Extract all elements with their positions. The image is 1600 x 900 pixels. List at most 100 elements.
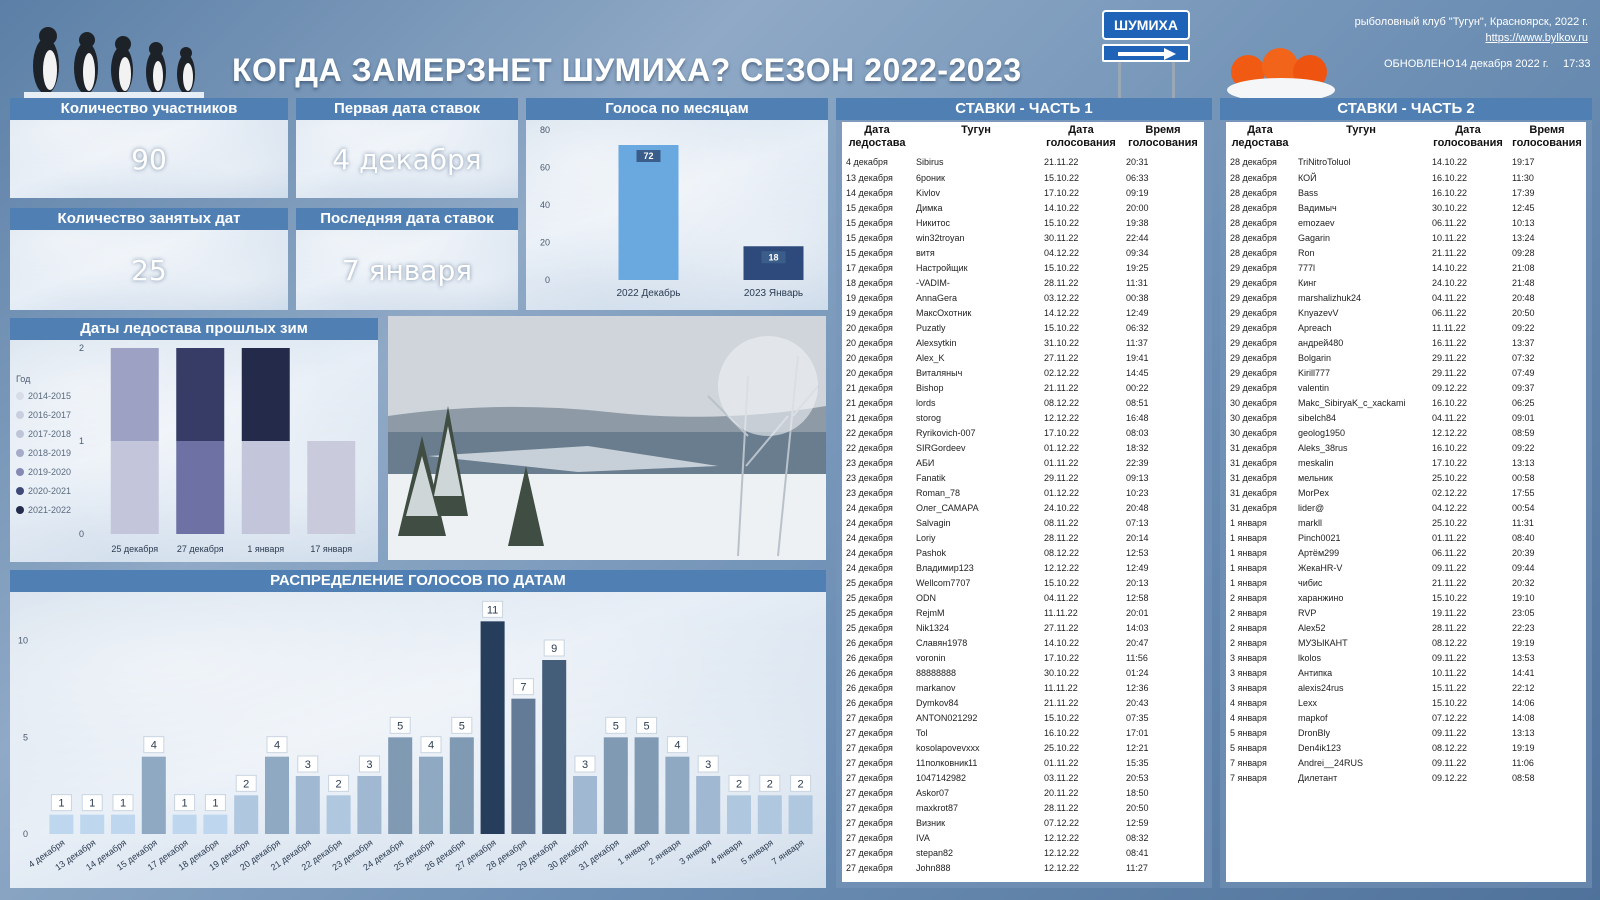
- cell-vote-date: 17.10.22: [1040, 425, 1122, 441]
- col-vote-date[interactable]: Дата голосования: [1040, 122, 1122, 155]
- cell-name: AnnaGera: [912, 290, 1040, 306]
- arrow-right-icon: [1118, 48, 1176, 60]
- cell-ice-date: 27 декабря: [842, 800, 912, 816]
- cell-name: voronin: [912, 650, 1040, 666]
- table-row: 26 декабря 88888888 30.10.22 01:24: [842, 665, 1204, 681]
- data-label: 2: [336, 778, 342, 790]
- bar: [696, 776, 721, 834]
- col-vote-time[interactable]: Время голосования: [1122, 122, 1204, 155]
- col-name[interactable]: Тугун: [912, 122, 1040, 155]
- cell-vote-date: 08.12.22: [1040, 395, 1122, 411]
- club-site-link[interactable]: https://www.bylkov.ru: [1486, 32, 1589, 44]
- table-row: 3 января lkolos 09.11.22 13:53: [1226, 650, 1586, 666]
- cell-ice-date: 7 января: [1226, 755, 1294, 771]
- data-label: 2: [798, 778, 804, 790]
- data-label: 4: [428, 740, 434, 752]
- table-row: 28 декабря Bass 16.10.22 17:39: [1226, 185, 1586, 201]
- cell-ice-date: 3 января: [1226, 650, 1294, 666]
- cell-vote-time: 15:35: [1122, 755, 1204, 771]
- data-label: 2: [736, 778, 742, 790]
- cell-name: stepan82: [912, 845, 1040, 861]
- cell-vote-date: 15.10.22: [1040, 215, 1122, 231]
- table-row: 25 декабря RejmM 11.11.22 20:01: [842, 605, 1204, 621]
- col-name[interactable]: Тугун: [1294, 122, 1428, 155]
- cell-vote-date: 09.11.22: [1428, 755, 1508, 771]
- cell-ice-date: 15 декабря: [842, 215, 912, 231]
- cell-vote-date: 15.10.22: [1040, 575, 1122, 591]
- cell-vote-time: 08:58: [1508, 770, 1586, 786]
- cell-name: Дилетант: [1294, 770, 1428, 786]
- y-tick-label: 2: [79, 343, 84, 353]
- cell-ice-date: 21 декабря: [842, 395, 912, 411]
- cell-vote-date: 28.11.22: [1040, 530, 1122, 546]
- cell-vote-date: 15.11.22: [1428, 680, 1508, 696]
- x-tick-label: 2 января: [647, 837, 683, 866]
- cell-name: MorPex: [1294, 485, 1428, 501]
- cell-name: ANTON021292: [912, 710, 1040, 726]
- table-row: 29 декабря Кинг 24.10.22 21:48: [1226, 275, 1586, 291]
- cell-name: Nik1324: [912, 620, 1040, 636]
- table-row: 31 декабря meskalin 17.10.22 13:13: [1226, 455, 1586, 471]
- cell-vote-date: 09.11.22: [1428, 560, 1508, 576]
- cell-vote-date: 01.12.22: [1040, 440, 1122, 456]
- cell-name: ЖекаHR-V: [1294, 560, 1428, 576]
- cell-vote-time: 20:31: [1122, 155, 1204, 171]
- y-tick-label: 5: [23, 732, 28, 742]
- cell-vote-time: 11:31: [1122, 275, 1204, 291]
- arrow-sign: [1102, 44, 1190, 62]
- legend-swatch: [16, 506, 24, 514]
- bar: [480, 621, 505, 834]
- col-vote-time[interactable]: Время голосования: [1508, 122, 1586, 155]
- table-row: 20 декабря Alexsytkin 31.10.22 11:37: [842, 335, 1204, 351]
- cell-vote-time: 12:53: [1122, 545, 1204, 561]
- cell-vote-date: 06.11.22: [1428, 545, 1508, 561]
- past-winters-panel: Даты ледостава прошлых зим 0 1 2 Год 2014-20…: [10, 318, 378, 562]
- table-row: 24 декабря Pashok 08.12.22 12:53: [842, 545, 1204, 561]
- cell-ice-date: 2 января: [1226, 605, 1294, 621]
- bar: [357, 776, 382, 834]
- cell-ice-date: 5 января: [1226, 740, 1294, 756]
- table-row: 27 декабря John888 12.12.22 11:27: [842, 860, 1204, 876]
- cell-vote-time: 21:08: [1508, 260, 1586, 276]
- bar-segment: [241, 441, 290, 534]
- y-tick-label: 80: [540, 125, 550, 135]
- cell-name: -VADIM-: [912, 275, 1040, 291]
- table-row: 15 декабря витя 04.12.22 09:34: [842, 245, 1204, 261]
- distribution-title: РАСПРЕДЕЛЕНИЕ ГОЛОСОВ ПО ДАТАМ: [10, 570, 826, 592]
- cell-ice-date: 28 декабря: [1226, 245, 1294, 261]
- cell-ice-date: 28 декабря: [1226, 230, 1294, 246]
- kpi-occupied-value: 25: [131, 253, 167, 287]
- x-tick-label: 2022 Декабрь: [616, 287, 680, 299]
- cell-ice-date: 2 января: [1226, 590, 1294, 606]
- cell-vote-time: 20:13: [1122, 575, 1204, 591]
- cell-name: Кинг: [1294, 275, 1428, 291]
- table-row: 27 декабря kosolapovevxxx 25.10.22 12:21: [842, 740, 1204, 756]
- cell-vote-time: 09:22: [1508, 320, 1586, 336]
- col-vote-date[interactable]: Дата голосования: [1428, 122, 1508, 155]
- table-row: 7 января Andrei__24RUS 09.11.22 11:06: [1226, 755, 1586, 771]
- cell-vote-date: 30.10.22: [1040, 665, 1122, 681]
- cell-ice-date: 28 декабря: [1226, 215, 1294, 231]
- y-tick-label: 40: [540, 200, 550, 210]
- data-label: 72: [643, 151, 653, 161]
- cell-ice-date: 29 декабря: [1226, 290, 1294, 306]
- cell-vote-time: 17:55: [1508, 485, 1586, 501]
- table-row: 26 декабря voronin 17.10.22 11:56: [842, 650, 1204, 666]
- cell-ice-date: 28 декабря: [1226, 200, 1294, 216]
- table-row: 27 декабря IVA 12.12.22 08:32: [842, 830, 1204, 846]
- cell-name: Олег_САМАРА: [912, 500, 1040, 516]
- cell-vote-time: 19:19: [1508, 740, 1586, 756]
- col-ice-date[interactable]: Дата ледостава: [1226, 122, 1294, 155]
- bar: [572, 776, 598, 834]
- cell-vote-time: 08:59: [1508, 425, 1586, 441]
- legend-item: 2016-2017: [28, 410, 71, 420]
- cell-ice-date: 1 января: [1226, 515, 1294, 531]
- bar: [618, 145, 679, 280]
- legend-swatch: [16, 487, 24, 495]
- cell-name: win32troyan: [912, 230, 1040, 246]
- cell-vote-date: 24.10.22: [1040, 500, 1122, 516]
- bar: [788, 795, 813, 834]
- col-ice-date[interactable]: Дата ледостава: [842, 122, 912, 155]
- cell-ice-date: 27 декабря: [842, 740, 912, 756]
- club-name: рыболовный клуб "Тугун", Красноярск, 202…: [1354, 16, 1588, 28]
